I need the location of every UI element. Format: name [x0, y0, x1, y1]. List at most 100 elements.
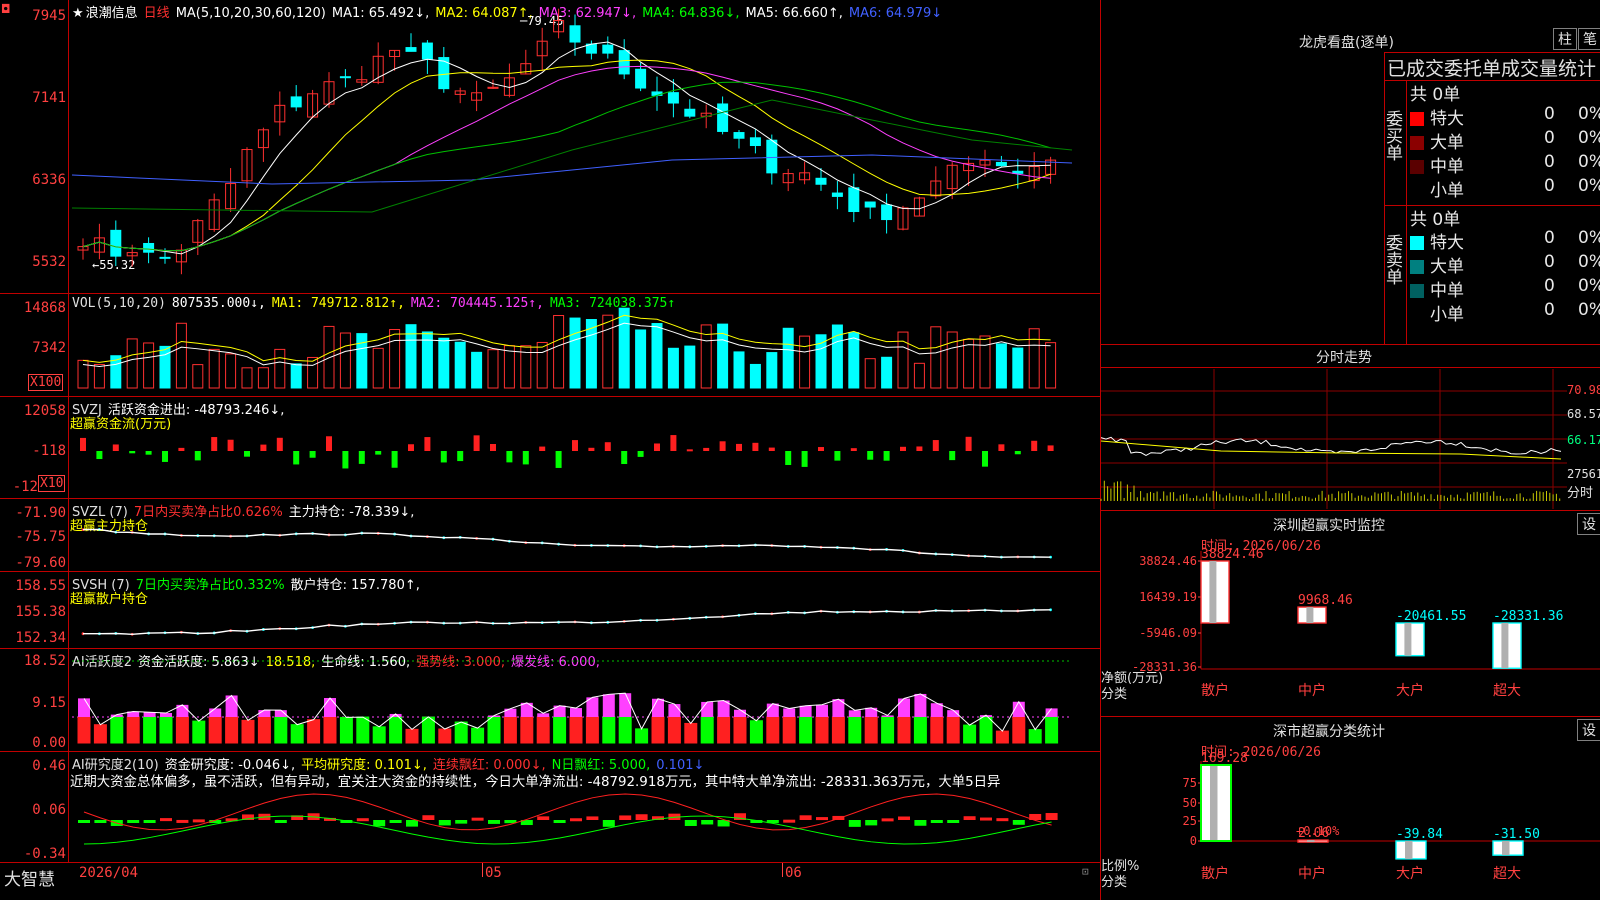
order-row: 特大 0 0% — [1410, 104, 1600, 129]
flow-bar — [686, 449, 693, 452]
bar-shade — [1209, 561, 1217, 623]
research-bar — [996, 818, 1009, 822]
svzj-pane[interactable]: 12058 -118 -12 X10 SVZJ 活跃资金进出: -48793.24… — [0, 397, 1100, 499]
research-bar — [898, 816, 910, 820]
flow-bar — [768, 447, 775, 451]
activity-bar — [913, 716, 927, 744]
flow-bar — [244, 451, 250, 457]
flow-bar — [211, 437, 218, 451]
activity-bar — [339, 716, 353, 744]
svsh-ytick: 155.38 — [15, 604, 66, 620]
research-bar — [1045, 813, 1058, 820]
activity-bar-high — [766, 703, 779, 717]
candle-body — [110, 229, 122, 257]
volume-pane[interactable]: 14868 7342 X100 VOL(5,10,20) 807535.000↓,… — [0, 294, 1100, 397]
volume-bar — [635, 329, 647, 389]
color-swatch — [1410, 184, 1424, 198]
activity-bar — [487, 716, 501, 744]
research-bar — [980, 817, 992, 821]
kline-pane[interactable]: ◘ 7945 7141 6336 5532 ★ 浪潮信息 日线 MA(5,10,20,… — [0, 0, 1100, 294]
svzj-ytick: -118 — [32, 443, 66, 459]
column-view-button[interactable]: 柱 — [1553, 28, 1577, 50]
ai-activity-pane[interactable]: 18.52 9.15 0.00 AI活跃度2 资金活跃度: 5.863↓ 18.51… — [0, 649, 1100, 752]
y-tick-label: -5946.09 — [1139, 626, 1197, 640]
volume-bar — [143, 342, 155, 389]
ai-research-chart — [78, 793, 1058, 845]
activity-bar — [995, 730, 1009, 744]
brand-label: 大智慧 — [4, 870, 55, 890]
activity-bar — [454, 721, 468, 744]
note-label: +0.10% — [1296, 824, 1340, 838]
activity-bar — [733, 716, 747, 744]
value-label: -20461.55 — [1396, 609, 1466, 624]
flow-bar — [408, 444, 414, 451]
activity-bar — [93, 724, 107, 744]
flow-bar — [850, 448, 857, 451]
flow-bar — [342, 451, 349, 469]
candle-body — [618, 50, 630, 75]
activity-bar — [848, 716, 862, 744]
order-type-label: 特大 — [1430, 109, 1464, 129]
category-label: 中户 — [1298, 682, 1326, 699]
order-count: 0 — [1544, 176, 1555, 196]
value-label: -39.84 — [1396, 827, 1443, 842]
svsh-pane[interactable]: 158.55 155.38 152.34 SVSH (7) 7日内买卖净占比0.3… — [0, 572, 1100, 649]
activity-bar — [208, 716, 222, 744]
ai2-ytick: 0.46 — [32, 758, 66, 774]
order-type-label: 大单 — [1430, 133, 1464, 153]
color-swatch — [1410, 260, 1424, 274]
activity-bar-high — [324, 698, 336, 717]
volume-bar — [536, 341, 548, 389]
vol-ytick: 7342 — [32, 340, 66, 356]
order-percent: 0% — [1578, 104, 1600, 124]
flow-bar — [293, 451, 300, 465]
ma4-line — [82, 81, 1051, 252]
activity-bar-high — [258, 710, 271, 717]
flow-bar — [80, 437, 86, 451]
activity-bar — [651, 716, 665, 744]
activity-bar — [635, 728, 649, 744]
value-label: 9968.46 — [1298, 593, 1353, 608]
flow-bar — [932, 440, 939, 451]
candle-body — [881, 204, 893, 221]
volume-bar — [881, 356, 893, 389]
svzl-pane[interactable]: -71.90 -75.75 -79.60 SVZL (7) 7日内买卖净占比0.6… — [0, 499, 1100, 572]
candlestick-chart[interactable] — [71, 0, 1102, 294]
volume-bar — [274, 348, 286, 389]
research-bar — [865, 820, 878, 826]
candle-body — [995, 161, 1007, 167]
color-swatch — [1410, 308, 1424, 322]
ss-stats-panel: 深市超赢分类统计 设 时间: 2026/06/26 比例% 分类 75 50 25 0… — [1100, 716, 1600, 900]
research-bar — [127, 820, 140, 823]
volume-bar — [93, 363, 105, 389]
intraday-panel[interactable]: 分时走势 70.98 68.57 66.17 27561 分时 — [1100, 344, 1600, 510]
research-bar — [602, 820, 615, 827]
research-bar — [373, 820, 386, 827]
flow-bar — [260, 444, 267, 451]
flow-bar — [326, 436, 332, 451]
svzl-line — [81, 528, 1052, 559]
ai1-ytick: 18.52 — [23, 653, 66, 669]
stroke-view-button[interactable]: 笔 — [1578, 28, 1600, 50]
activity-bar — [225, 716, 239, 744]
ai-research-pane[interactable]: 0.46 0.06 -0.34 AI研究度2(10) 资金研究度: -0.046↓… — [0, 752, 1100, 862]
flow-bar — [178, 447, 185, 451]
flow-bar — [555, 451, 562, 468]
volume-bar — [963, 338, 975, 389]
bar-shade — [1501, 623, 1509, 669]
value-label: -28331.36 — [1493, 609, 1563, 624]
bar-shade — [1306, 607, 1314, 623]
order-percent: 0% — [1578, 228, 1600, 248]
date-label: 06 — [785, 865, 802, 881]
activity-bar — [356, 716, 370, 744]
activity-bar — [799, 716, 813, 744]
lhb-subtitle: 已成交委托单成交量统计 — [1387, 58, 1597, 80]
lock-icon[interactable]: ⊡ — [1082, 865, 1089, 878]
flow-bar — [818, 447, 824, 451]
research-bar — [619, 815, 632, 820]
volume-bar — [389, 329, 401, 389]
candle-body — [421, 42, 433, 60]
y-tick-label: 0 — [1190, 834, 1197, 848]
activity-bar — [110, 716, 124, 744]
order-count: 0 — [1544, 276, 1555, 296]
